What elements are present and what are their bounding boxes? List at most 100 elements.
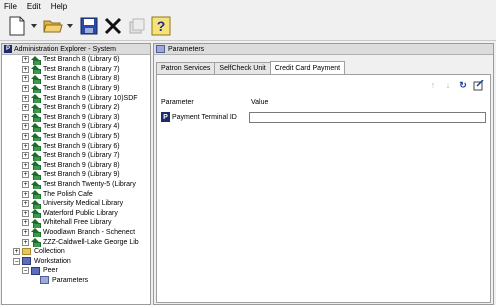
branch-house-icon	[31, 132, 41, 142]
branch-house-icon	[31, 65, 41, 75]
tree-item[interactable]: + Test Branch 9 (Library 6)	[2, 141, 150, 151]
branch-house-icon	[31, 94, 41, 103]
tree-item-collection[interactable]: + Collection	[2, 247, 150, 257]
branch-house-icon	[31, 199, 41, 209]
tree-item[interactable]: + Woodlawn Branch - Schenect	[2, 228, 150, 238]
branch-house-icon	[31, 218, 41, 228]
tree-item[interactable]: + ZZZ-Caldwell-Lake George Lib	[2, 237, 150, 247]
tree-item[interactable]: + Waterford Public Library	[2, 209, 150, 219]
expand-plus-icon[interactable]: +	[22, 161, 29, 169]
branch-house-icon	[31, 103, 41, 113]
tree-item[interactable]: + Test Branch 9 (Library 3)	[2, 113, 150, 123]
column-value: Value	[251, 99, 269, 106]
tree-item[interactable]: + Test Branch 8 (Library 7)	[2, 65, 150, 75]
tab-selfcheck-unit[interactable]: SelfCheck Unit	[214, 62, 271, 74]
expand-plus-icon[interactable]: +	[22, 228, 29, 236]
branch-house-icon	[31, 161, 41, 171]
tree-item[interactable]: + University Medical Library	[2, 199, 150, 209]
toolbar: ?	[0, 12, 496, 41]
expand-plus-icon[interactable]: +	[22, 171, 29, 179]
expand-plus-icon[interactable]: +	[22, 85, 29, 93]
polaris-logo-icon: P	[4, 45, 12, 53]
open-folder-icon[interactable]	[42, 15, 64, 37]
branch-house-icon	[31, 55, 41, 65]
expand-plus-icon[interactable]: +	[22, 75, 29, 83]
parameter-row: P Payment Terminal ID	[161, 111, 486, 123]
expand-plus-icon[interactable]: +	[22, 56, 29, 64]
explorer-tree: + Test Branch 8 (Library 6) + Test Branch …	[2, 55, 150, 285]
tree-item[interactable]: + Test Branch 9 (Library 10)SDF	[2, 93, 150, 103]
polaris-logo-icon: P	[161, 112, 170, 122]
new-document-icon[interactable]	[6, 15, 28, 37]
tree-item[interactable]: + Test Branch 9 (Library 5)	[2, 132, 150, 142]
menu-bar: File Edit Help	[0, 0, 496, 12]
open-dropdown-chevron-icon[interactable]	[66, 15, 74, 37]
collapse-minus-icon[interactable]: −	[13, 257, 20, 265]
workstation-icon	[22, 257, 31, 266]
tree-item-parameters[interactable]: Parameters	[2, 276, 150, 286]
parameter-tabs: Patron Services SelfCheck Unit Credit Ca…	[156, 61, 346, 74]
edit-properties-icon[interactable]	[472, 79, 484, 91]
tree-item[interactable]: + Test Branch 8 (Library 6)	[2, 55, 150, 65]
parameters-icon	[156, 45, 165, 53]
expand-plus-icon[interactable]: +	[22, 65, 29, 73]
expand-plus-icon[interactable]: +	[22, 190, 29, 198]
tree-item[interactable]: + Test Branch 8 (Library 9)	[2, 84, 150, 94]
administration-explorer-pane: P Administration Explorer - System + Test…	[1, 43, 151, 305]
tree-item[interactable]: + Whitehall Free Library	[2, 218, 150, 228]
tree-item[interactable]: + Test Branch 9 (Library 2)	[2, 103, 150, 113]
tree-item-peer[interactable]: − Peer	[2, 266, 150, 276]
collapse-minus-icon[interactable]: −	[22, 267, 29, 275]
help-icon[interactable]: ?	[150, 15, 172, 37]
new-dropdown-chevron-icon[interactable]	[30, 15, 38, 37]
menu-help[interactable]: Help	[51, 2, 67, 11]
payment-terminal-id-input[interactable]	[248, 111, 486, 123]
peer-icon	[31, 266, 40, 275]
refresh-icon[interactable]: ↻	[457, 79, 469, 91]
menu-file[interactable]: File	[4, 2, 17, 11]
save-disk-icon[interactable]	[78, 15, 100, 37]
branch-house-icon	[31, 190, 41, 199]
branch-house-icon	[31, 228, 41, 238]
expand-plus-icon[interactable]: +	[22, 142, 29, 150]
expand-plus-icon[interactable]: +	[22, 94, 29, 102]
branch-house-icon	[31, 74, 41, 84]
tree-item[interactable]: + Test Branch 8 (Library 8)	[2, 74, 150, 84]
tree-item[interactable]: + Test Branch 9 (Library 7)	[2, 151, 150, 161]
parameters-pane: Parameters Patron Services SelfCheck Uni…	[153, 43, 494, 305]
branch-house-icon	[31, 209, 41, 219]
column-parameter: Parameter	[161, 99, 194, 106]
tab-credit-card-payment[interactable]: Credit Card Payment	[269, 61, 346, 74]
expand-plus-icon[interactable]: +	[22, 113, 29, 121]
parameter-column-header: Parameter Value	[161, 99, 486, 109]
tree-item[interactable]: + Test Branch Twenty-5 (Library	[2, 180, 150, 190]
tree-item[interactable]: + Test Branch 9 (Library 4)	[2, 122, 150, 132]
panel-tools: ↑ ↓ ↻	[424, 79, 484, 91]
tree-item[interactable]: + Test Branch 9 (Library 9)	[2, 170, 150, 180]
expand-plus-icon[interactable]: +	[22, 133, 29, 141]
tab-patron-services[interactable]: Patron Services	[156, 62, 216, 74]
expand-plus-icon[interactable]: +	[13, 248, 20, 256]
tree-item[interactable]: + Test Branch 9 (Library 8)	[2, 161, 150, 171]
credit-card-payment-panel: ↑ ↓ ↻ Parameter Value P Payment Terminal…	[156, 74, 491, 303]
parameter-name: Payment Terminal ID	[172, 113, 237, 121]
explorer-title: Administration Explorer - System	[14, 45, 116, 53]
delete-x-icon[interactable]	[102, 15, 124, 37]
tree-item-workstation[interactable]: − Workstation	[2, 256, 150, 266]
branch-house-icon	[31, 238, 41, 247]
expand-plus-icon[interactable]: +	[22, 104, 29, 112]
expand-plus-icon[interactable]: +	[22, 123, 29, 131]
tree-item[interactable]: + The Polish Cafe	[2, 189, 150, 199]
expand-plus-icon[interactable]: +	[22, 238, 29, 246]
move-down-arrow-icon: ↓	[445, 80, 451, 90]
expand-plus-icon[interactable]: +	[22, 219, 29, 227]
branch-house-icon	[31, 151, 41, 161]
collection-folder-icon	[22, 248, 31, 256]
expand-plus-icon[interactable]: +	[22, 181, 29, 189]
expand-plus-icon[interactable]: +	[22, 200, 29, 208]
expand-plus-icon[interactable]: +	[22, 209, 29, 217]
explorer-header: P Administration Explorer - System	[2, 44, 150, 55]
menu-edit[interactable]: Edit	[27, 2, 41, 11]
expand-plus-icon[interactable]: +	[22, 152, 29, 160]
parameters-title: Parameters	[168, 45, 205, 53]
